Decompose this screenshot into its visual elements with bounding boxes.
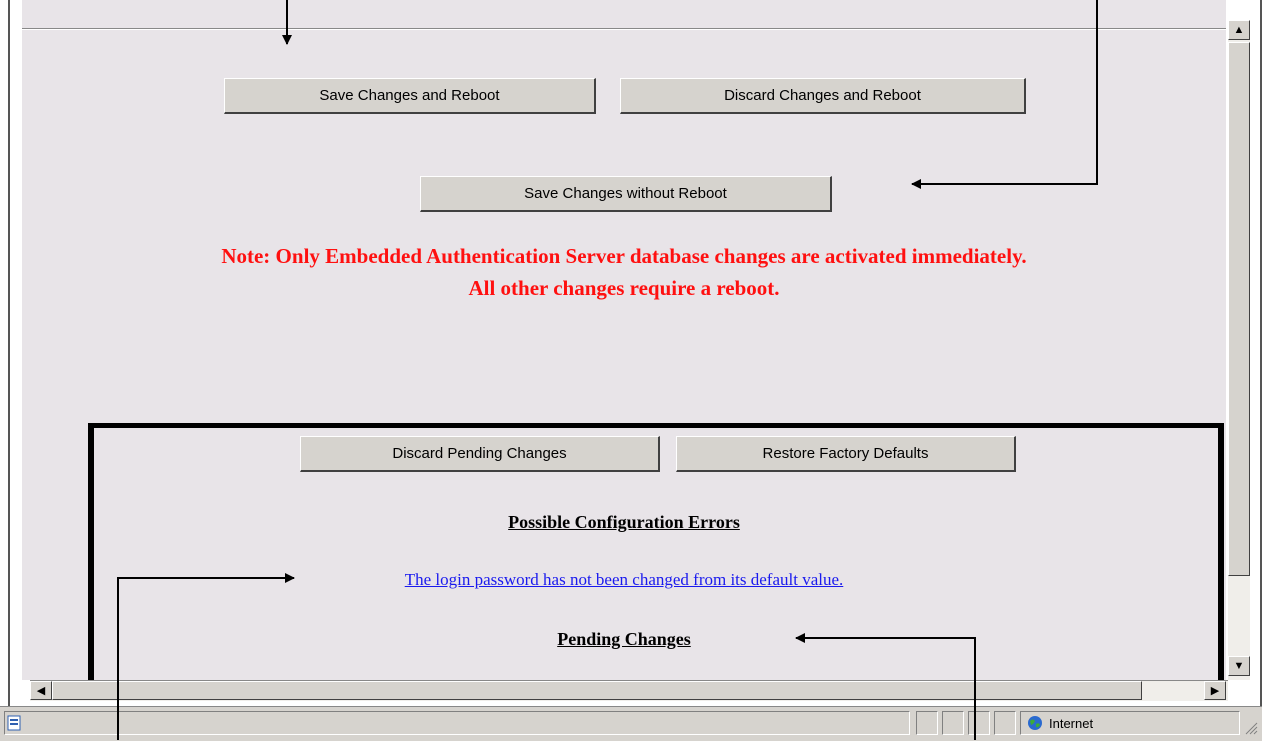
scroll-down-icon[interactable]: ▼ xyxy=(1228,656,1250,676)
status-panel-1 xyxy=(916,711,938,735)
status-panel-2 xyxy=(942,711,964,735)
globe-icon xyxy=(1028,716,1042,730)
status-panel-4 xyxy=(994,711,1016,735)
note-line-1: Note: Only Embedded Authentication Serve… xyxy=(221,244,1027,268)
status-text-panel xyxy=(4,711,910,735)
horizontal-scroll-thumb[interactable] xyxy=(52,681,1142,700)
pending-changes-heading: Pending Changes xyxy=(557,629,691,649)
security-zone-label: Internet xyxy=(1049,715,1094,731)
top-divider xyxy=(22,28,1226,30)
discard-changes-reboot-button[interactable]: Discard Changes and Reboot xyxy=(620,78,1026,114)
save-changes-without-reboot-button[interactable]: Save Changes without Reboot xyxy=(420,176,832,212)
save-changes-reboot-button[interactable]: Save Changes and Reboot xyxy=(224,78,596,114)
security-zone-panel: Internet xyxy=(1020,711,1240,735)
restore-factory-defaults-button[interactable]: Restore Factory Defaults xyxy=(676,436,1016,472)
scroll-right-icon[interactable]: ▶ xyxy=(1204,681,1226,700)
page-icon xyxy=(7,715,21,731)
scroll-up-icon[interactable]: ▲ xyxy=(1228,20,1250,40)
status-panel-3 xyxy=(968,711,990,735)
scroll-left-icon[interactable]: ◀ xyxy=(30,681,52,700)
note-line-2: All other changes require a reboot. xyxy=(468,276,780,300)
page-content: Save Changes and Reboot Discard Changes … xyxy=(22,0,1226,680)
horizontal-scrollbar[interactable]: ◀ ▶ xyxy=(30,680,1228,701)
vertical-scroll-thumb[interactable] xyxy=(1228,42,1250,576)
vertical-scrollbar[interactable]: ▲ ▼ xyxy=(1228,20,1250,680)
status-bar: Internet xyxy=(0,706,1262,741)
discard-pending-changes-button[interactable]: Discard Pending Changes xyxy=(300,436,660,472)
default-password-error-link[interactable]: The login password has not been changed … xyxy=(22,570,1226,590)
configuration-errors-heading: Possible Configuration Errors xyxy=(508,512,740,532)
resize-grip-icon[interactable] xyxy=(1244,721,1258,735)
